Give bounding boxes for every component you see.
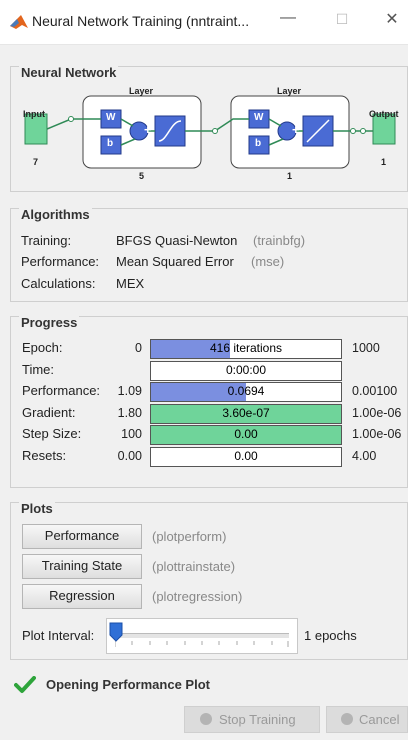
progress-bar-text: 0.00 — [234, 449, 258, 463]
algorithms-panel: Algorithms Training: BFGS Quasi-Newton (… — [10, 207, 408, 302]
slider-thumb[interactable] — [109, 622, 123, 642]
output-label: Output — [369, 109, 399, 119]
performance-value: Mean Squared Error — [116, 254, 234, 269]
progress-row-start: 100 — [121, 427, 142, 441]
regression-plot-button[interactable]: Regression — [22, 584, 142, 609]
training-label: Training: — [21, 233, 72, 248]
stop-training-label: Stop Training — [219, 712, 296, 727]
progress-bar-text: 0.00 — [234, 427, 258, 441]
neural-network-section-title: Neural Network — [19, 65, 119, 80]
layer2-bias-label: b — [255, 138, 262, 149]
matlab-logo-icon — [10, 15, 28, 29]
training-state-plot-fn: (plottrainstate) — [152, 559, 236, 574]
regression-plot-fn: (plotregression) — [152, 589, 243, 604]
plot-interval-slider[interactable] — [106, 618, 298, 654]
progress-row-label: Epoch: — [22, 340, 63, 355]
layer2-weight-label: W — [254, 112, 264, 123]
layer1-bias-label: b — [107, 138, 114, 149]
progress-row-label: Resets: — [22, 448, 67, 463]
progress-section-title: Progress — [19, 315, 80, 330]
title-bar: Neural Network Training (nntraint... — ☐… — [0, 0, 408, 45]
cancel-button[interactable]: Cancel — [326, 706, 408, 733]
progress-row-end: 1.00e-06 — [352, 427, 402, 441]
stop-icon — [200, 713, 212, 725]
performance-plot-button[interactable]: Performance — [22, 524, 142, 549]
layer1-sum-icon: + — [144, 122, 152, 137]
output-size: 1 — [381, 157, 387, 167]
layer1-weight-label: W — [106, 112, 116, 123]
calculations-label: Calculations: — [21, 276, 96, 291]
plot-interval-value: 1 epochs — [304, 628, 357, 643]
progress-row-label: Gradient: — [22, 405, 76, 420]
layer2-sum-icon: + — [292, 122, 300, 137]
progress-bar: 0.00 — [150, 425, 342, 445]
input-label: Input — [23, 109, 45, 119]
progress-bar: 3.60e-07 — [150, 404, 342, 424]
progress-row-end: 0.00100 — [352, 384, 398, 398]
progress-row-end: 1.00e-06 — [352, 406, 402, 420]
progress-row-start: 0.00 — [117, 449, 142, 463]
layer1-size: 5 — [139, 171, 145, 181]
performance-fn: (mse) — [251, 254, 285, 269]
check-icon — [14, 676, 36, 693]
progress-row-end: 1000 — [352, 341, 380, 355]
close-button[interactable]: ✕ — [380, 9, 404, 29]
progress-row-start: 1.80 — [117, 406, 142, 420]
calculations-value: MEX — [116, 276, 145, 291]
training-value: BFGS Quasi-Newton — [116, 233, 238, 248]
progress-row-start: 0 — [135, 341, 142, 355]
plot-interval-label: Plot Interval: — [22, 628, 95, 643]
slider-track — [115, 633, 289, 638]
neural-network-panel: Neural Network Input 7 Layer 5 Layer 1 O… — [10, 65, 408, 192]
training-fn: (trainbfg) — [253, 233, 306, 248]
progress-bar: 0:00:00 — [150, 361, 342, 381]
performance-plot-fn: (plotperform) — [152, 529, 227, 544]
training-state-plot-button[interactable]: Training State — [22, 554, 142, 579]
cancel-icon — [341, 713, 353, 725]
progress-bar-text: 416 iterations — [209, 341, 283, 355]
layer1-label: Layer — [129, 86, 154, 96]
maximize-button[interactable]: ☐ — [330, 11, 354, 28]
progress-bar: 0.0694 — [150, 382, 342, 402]
window-title: Neural Network Training (nntraint... — [32, 13, 250, 29]
progress-row-label: Step Size: — [22, 426, 82, 441]
progress-bar: 416 iterations — [150, 339, 342, 359]
layer2-size: 1 — [287, 171, 293, 181]
network-diagram — [24, 95, 396, 169]
progress-bar: 0.00 — [150, 447, 342, 467]
minimize-button[interactable]: — — [276, 9, 300, 27]
progress-row-label: Time: — [22, 362, 55, 377]
progress-bar-text: 0:00:00 — [225, 363, 267, 377]
slider-ticks — [115, 641, 289, 647]
progress-row-end: 4.00 — [352, 449, 377, 463]
progress-row-label: Performance: — [22, 383, 101, 398]
input-size: 7 — [33, 157, 39, 167]
stop-training-button[interactable]: Stop Training — [184, 706, 320, 733]
layer2-label: Layer — [277, 86, 302, 96]
progress-bar-text: 0.0694 — [227, 384, 265, 398]
progress-bar-text: 3.60e-07 — [222, 406, 270, 420]
algorithms-section-title: Algorithms — [19, 207, 92, 222]
cancel-label: Cancel — [359, 712, 400, 727]
status-message: Opening Performance Plot — [46, 677, 210, 692]
plots-section-title: Plots — [19, 501, 55, 516]
performance-label: Performance: — [21, 254, 100, 269]
progress-row-start: 1.09 — [117, 384, 142, 398]
